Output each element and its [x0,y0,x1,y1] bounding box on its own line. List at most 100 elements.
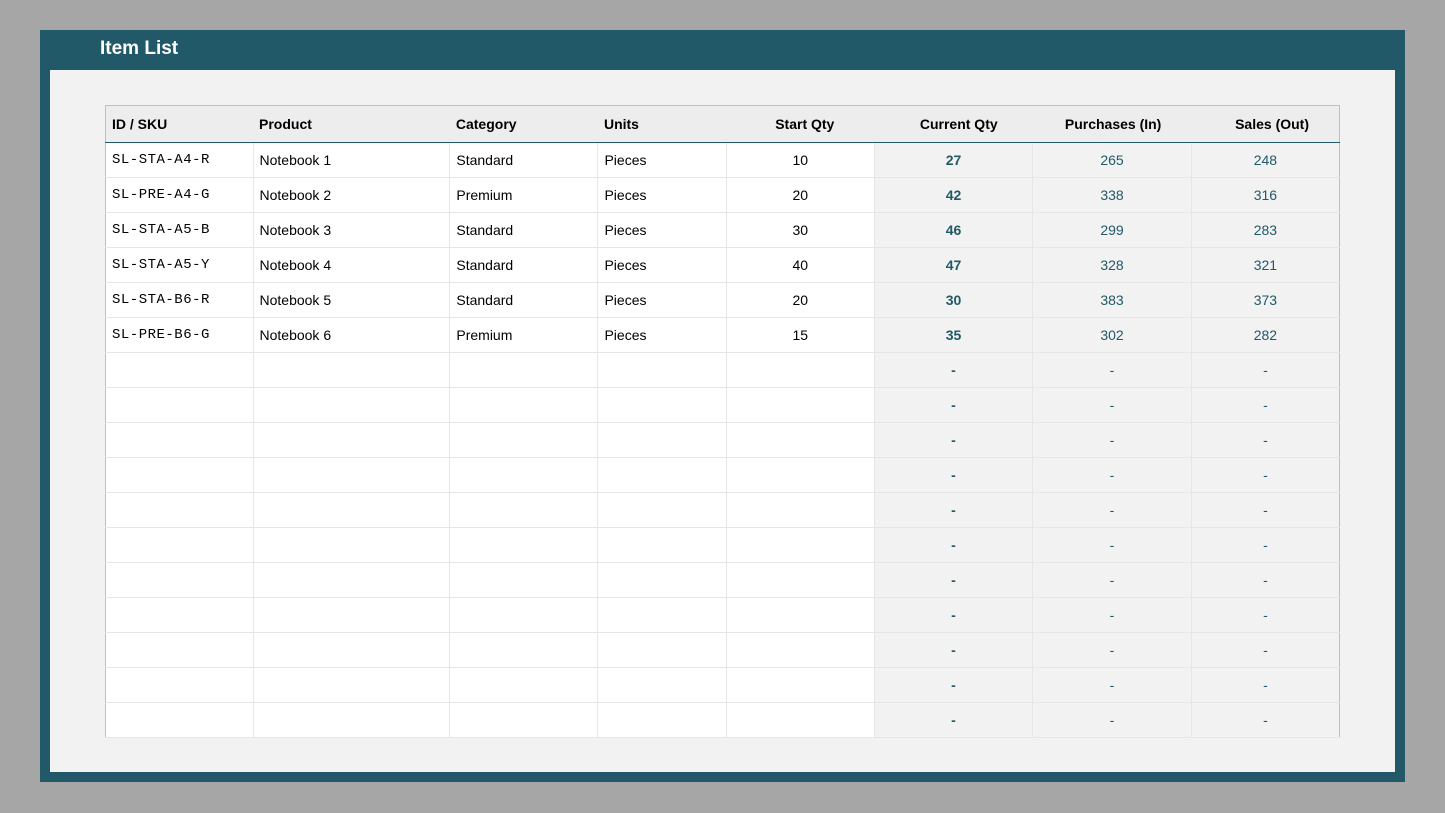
cell-currentqty: - [874,703,1032,738]
cell-category: Standard [450,143,598,178]
cell-purchases: - [1033,633,1192,668]
cell-startqty: 30 [726,213,874,248]
cell-sku: SL-STA-B6-R [106,283,254,318]
cell-units: Pieces [598,283,726,318]
cell-purchases: 265 [1033,143,1192,178]
cell-purchases: - [1033,563,1192,598]
cell-startqty [726,353,874,388]
table-body: SL-STA-A4-RNotebook 1StandardPieces10272… [106,143,1340,738]
cell-product [253,353,450,388]
cell-startqty [726,598,874,633]
cell-sku [106,668,254,703]
cell-startqty: 15 [726,318,874,353]
cell-sales: - [1191,633,1339,668]
cell-category [450,528,598,563]
cell-sales: - [1191,353,1339,388]
cell-units [598,493,726,528]
cell-units [598,353,726,388]
col-header-sales: Sales (Out) [1191,106,1339,143]
cell-sku: SL-STA-A4-R [106,143,254,178]
cell-units: Pieces [598,143,726,178]
cell-sales: - [1191,458,1339,493]
cell-purchases: 328 [1033,248,1192,283]
cell-sku [106,423,254,458]
cell-startqty [726,458,874,493]
cell-category: Premium [450,178,598,213]
cell-currentqty: 35 [874,318,1032,353]
cell-purchases: - [1033,493,1192,528]
cell-startqty [726,423,874,458]
cell-startqty: 10 [726,143,874,178]
col-header-startqty: Start Qty [726,106,874,143]
cell-units [598,668,726,703]
cell-units [598,703,726,738]
cell-sales: - [1191,493,1339,528]
col-header-product: Product [253,106,450,143]
col-header-purchases: Purchases (In) [1033,106,1192,143]
cell-purchases: - [1033,458,1192,493]
cell-sales: - [1191,388,1339,423]
cell-sales: - [1191,423,1339,458]
cell-sku: SL-PRE-B6-G [106,318,254,353]
table-row: SL-STA-A4-RNotebook 1StandardPieces10272… [106,143,1340,178]
cell-sales: - [1191,563,1339,598]
cell-category [450,353,598,388]
cell-startqty: 20 [726,283,874,318]
cell-product [253,388,450,423]
cell-sales: - [1191,668,1339,703]
cell-startqty [726,633,874,668]
cell-currentqty: - [874,493,1032,528]
cell-currentqty: - [874,458,1032,493]
cell-currentqty: - [874,598,1032,633]
cell-product: Notebook 2 [253,178,450,213]
table-header-row: ID / SKU Product Category Units Start Qt… [106,106,1340,143]
cell-product [253,563,450,598]
cell-units: Pieces [598,248,726,283]
table-row-empty: --- [106,353,1340,388]
cell-currentqty: 30 [874,283,1032,318]
cell-purchases: 299 [1033,213,1192,248]
cell-startqty [726,668,874,703]
cell-product [253,633,450,668]
item-list-table: ID / SKU Product Category Units Start Qt… [105,105,1340,738]
cell-product: Notebook 3 [253,213,450,248]
cell-category: Standard [450,283,598,318]
cell-purchases: - [1033,423,1192,458]
cell-product: Notebook 4 [253,248,450,283]
cell-startqty: 20 [726,178,874,213]
cell-sales: 316 [1191,178,1339,213]
cell-currentqty: 47 [874,248,1032,283]
cell-category [450,633,598,668]
cell-currentqty: - [874,633,1032,668]
cell-startqty [726,388,874,423]
cell-sku [106,633,254,668]
cell-startqty: 40 [726,248,874,283]
cell-product: Notebook 6 [253,318,450,353]
cell-sales: 283 [1191,213,1339,248]
cell-units [598,528,726,563]
cell-product [253,458,450,493]
col-header-sku: ID / SKU [106,106,254,143]
cell-currentqty: - [874,423,1032,458]
page-title: Item List [40,30,1405,70]
cell-sku [106,493,254,528]
cell-category [450,458,598,493]
cell-product: Notebook 1 [253,143,450,178]
cell-category [450,668,598,703]
cell-purchases: - [1033,353,1192,388]
table-row-empty: --- [106,423,1340,458]
cell-startqty [726,528,874,563]
cell-product [253,423,450,458]
table-row: SL-STA-A5-BNotebook 3StandardPieces30462… [106,213,1340,248]
cell-sales: 373 [1191,283,1339,318]
cell-sku: SL-STA-A5-Y [106,248,254,283]
cell-units [598,458,726,493]
cell-purchases: 383 [1033,283,1192,318]
cell-startqty [726,493,874,528]
table-row: SL-PRE-A4-GNotebook 2PremiumPieces204233… [106,178,1340,213]
cell-sku: SL-PRE-A4-G [106,178,254,213]
cell-product [253,703,450,738]
cell-units [598,423,726,458]
cell-sku [106,703,254,738]
cell-product [253,493,450,528]
